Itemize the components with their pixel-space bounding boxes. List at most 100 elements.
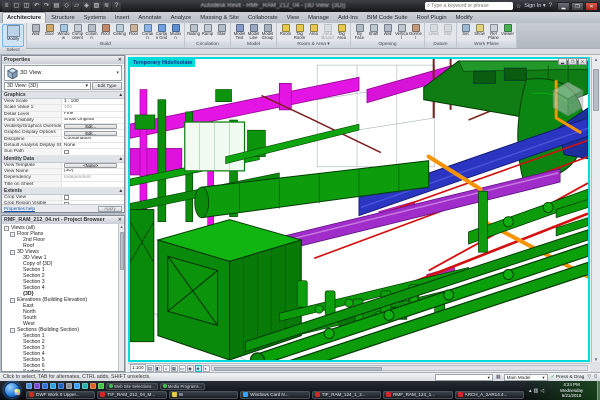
ribbon-button-area-boundary[interactable]: Area Boundary — [321, 24, 334, 41]
quick-button-web-site-selections[interactable]: Web Site Selections... — [106, 383, 158, 390]
press-and-drag-checkbox[interactable]: ✓ Press & Drag — [551, 374, 585, 380]
quick-launch-icon-6[interactable] — [66, 383, 72, 389]
quick-launch-icon-5[interactable] — [58, 383, 64, 389]
property-value[interactable]: Edit... — [62, 124, 124, 129]
ribbon-button-railing[interactable]: Railing — [187, 24, 200, 41]
ribbon-tab-systems[interactable]: Systems — [80, 13, 110, 23]
task-button-rmf-ram-124-1[interactable]: RMF_RAM_124_1... — [383, 391, 452, 400]
properties-title-bar[interactable]: Properties ✕ — [2, 56, 124, 64]
ribbon-button-model-line[interactable]: Model Line — [247, 24, 260, 41]
property-value[interactable]: 1 : 100 — [62, 99, 124, 104]
browser-scrollbar[interactable]: ▲ — [118, 224, 124, 371]
properties-help-link[interactable]: Properties help — [4, 206, 35, 211]
ribbon-button-modify[interactable]: Modify — [2, 24, 24, 47]
shadows-icon[interactable]: ▦ — [171, 365, 178, 372]
ribbon-button-model-group[interactable]: Model Group — [261, 24, 274, 41]
quick-launch-icon-8[interactable] — [82, 383, 88, 389]
ribbon-button-level[interactable]: Level — [427, 24, 440, 41]
ribbon-button-ramp[interactable]: Ramp — [201, 24, 214, 41]
quick-launch-icon-10[interactable] — [98, 383, 104, 389]
quick-launch-icon-1[interactable] — [26, 383, 32, 389]
ribbon-button-ref-plane[interactable]: Ref Plane — [487, 24, 500, 41]
view-restore-button[interactable]: ❐ — [568, 58, 577, 65]
ribbon-button-curtain-system[interactable]: Curtain System — [141, 24, 154, 41]
crop-view-checkbox[interactable] — [64, 195, 69, 200]
sun-path-checkbox[interactable] — [64, 150, 69, 155]
ribbon-button-column[interactable]: Column — [85, 24, 98, 41]
view-close-button[interactable]: ✕ — [578, 58, 587, 65]
quick-launch-icon-9[interactable] — [90, 383, 96, 389]
property-group-extents[interactable]: Extents▴ — [2, 188, 124, 195]
ribbon-tab-massing-site[interactable]: Massing & Site — [196, 13, 243, 23]
ribbon-button-set[interactable]: Set — [459, 24, 472, 41]
ribbon-tab-architecture[interactable]: Architecture — [2, 12, 46, 23]
close-icon[interactable]: ✕ — [118, 217, 122, 223]
viewport-vertical-scrollbar[interactable]: ▲▼ — [591, 57, 600, 362]
ribbon-button-component[interactable]: Component — [71, 24, 84, 41]
ribbon-button-room[interactable]: Room — [279, 24, 292, 41]
crop-view-icon[interactable]: ▭ — [179, 365, 186, 372]
ribbon-tab-add-ins[interactable]: Add-Ins — [334, 13, 362, 23]
ribbon-button-mullion[interactable]: Mullion — [169, 24, 182, 41]
property-group-identity-data[interactable]: Identity Data▴ — [2, 156, 124, 163]
property-value[interactable]: 100 — [62, 105, 124, 110]
ribbon-tab-bim-code-suite[interactable]: BIM Code Suite — [363, 13, 412, 23]
edit-type-button[interactable]: Edit Type — [92, 82, 122, 90]
workset-combo[interactable]: ▾ — [435, 374, 493, 381]
property-value[interactable]: Fine — [62, 112, 124, 117]
ribbon-button-model-text[interactable]: Model Text — [233, 24, 246, 41]
task-button-tif-ram-212-04-m[interactable]: TIF_RAM_212_04_M... — [97, 391, 166, 400]
ribbon-tab-view[interactable]: View — [283, 13, 303, 23]
ribbon-button-tag-area[interactable]: Tag Area — [335, 24, 348, 41]
maximize-button[interactable]: ❐ — [571, 2, 584, 11]
editable-only-icon[interactable]: ▦ — [496, 374, 501, 380]
property-value[interactable]: Show Original — [62, 118, 124, 123]
ribbon-button-roof[interactable]: Roof — [99, 24, 112, 41]
type-selector[interactable]: 3D View ▾ — [4, 65, 122, 81]
ribbon-button-show[interactable]: Show — [473, 24, 486, 41]
quick-button-media-programs[interactable]: Media Programs... — [160, 383, 205, 390]
ribbon-tab-roof-plugin[interactable]: Roof Plugin — [413, 13, 451, 23]
view-template-button[interactable]: <None> — [64, 163, 117, 168]
viewport-horizontal-scrollbar[interactable] — [211, 365, 589, 371]
undo-icon[interactable]: ↶ — [32, 2, 41, 11]
task-button-w[interactable]: W — [169, 391, 238, 400]
quick-launch-icon-4[interactable] — [50, 383, 56, 389]
ribbon-button-dormer[interactable]: Dormer — [409, 24, 422, 41]
task-button-arch-a-2ar14-4[interactable]: ARCH_A_2AR14.4... — [455, 391, 524, 400]
ribbon-tab-analyze[interactable]: Analyze — [167, 13, 196, 23]
property-value[interactable] — [62, 182, 124, 187]
open-icon[interactable]: ▢ — [12, 2, 21, 11]
tree-item-section-7[interactable]: Section 7 — [4, 369, 124, 371]
measure-icon[interactable]: ◇ — [62, 2, 71, 11]
project-browser-title-bar[interactable]: RMF_RAM_212_04.rvt - Project Browser ✕ — [2, 216, 124, 224]
ribbon-tab-modify[interactable]: Modify — [452, 13, 477, 23]
task-button-tif-ram-124-1-2[interactable]: TIF_RAM_124_1_2... — [312, 391, 381, 400]
app-menu-icon[interactable]: ≡ — [2, 2, 11, 11]
ribbon-button-tag-room[interactable]: Tag Room — [293, 24, 306, 41]
expand-icon[interactable]: − — [10, 232, 15, 237]
ribbon-button-stair[interactable]: Stair — [215, 24, 228, 41]
property-value[interactable]: {3D} — [62, 169, 124, 174]
expand-icon[interactable]: − — [10, 298, 15, 303]
property-value[interactable] — [62, 195, 124, 200]
taskbar-clock[interactable]: 4:24 PM Wednesday 6/21/2016 — [546, 382, 597, 399]
property-value[interactable]: None — [62, 143, 124, 148]
expand-icon[interactable]: − — [4, 226, 9, 231]
sign-in-button[interactable]: Sign In ▾ — [524, 3, 545, 9]
sun-path-icon[interactable]: ☼ — [163, 365, 170, 372]
search-box[interactable]: ⌕ — [425, 2, 513, 10]
help-icon[interactable]: ? — [549, 3, 552, 9]
section-icon[interactable]: ▨ — [92, 2, 101, 11]
show-crop-region-icon[interactable]: ◉ — [187, 365, 194, 372]
ribbon-button-wall[interactable]: Wall — [29, 24, 42, 41]
ribbon-tab-annotate[interactable]: Annotate — [134, 13, 165, 23]
3d-model-scene[interactable] — [130, 59, 588, 360]
minimize-button[interactable]: ▂ — [557, 2, 570, 11]
help-icon[interactable]: ? — [112, 2, 121, 11]
property-value[interactable]: <None> — [62, 163, 124, 168]
view-minimize-button[interactable]: ▂ — [558, 58, 567, 65]
network-icon[interactable]: ▥ — [534, 388, 539, 394]
quick-launch-icon-2[interactable] — [34, 383, 40, 389]
ribbon-button-floor[interactable]: Floor — [127, 24, 140, 41]
